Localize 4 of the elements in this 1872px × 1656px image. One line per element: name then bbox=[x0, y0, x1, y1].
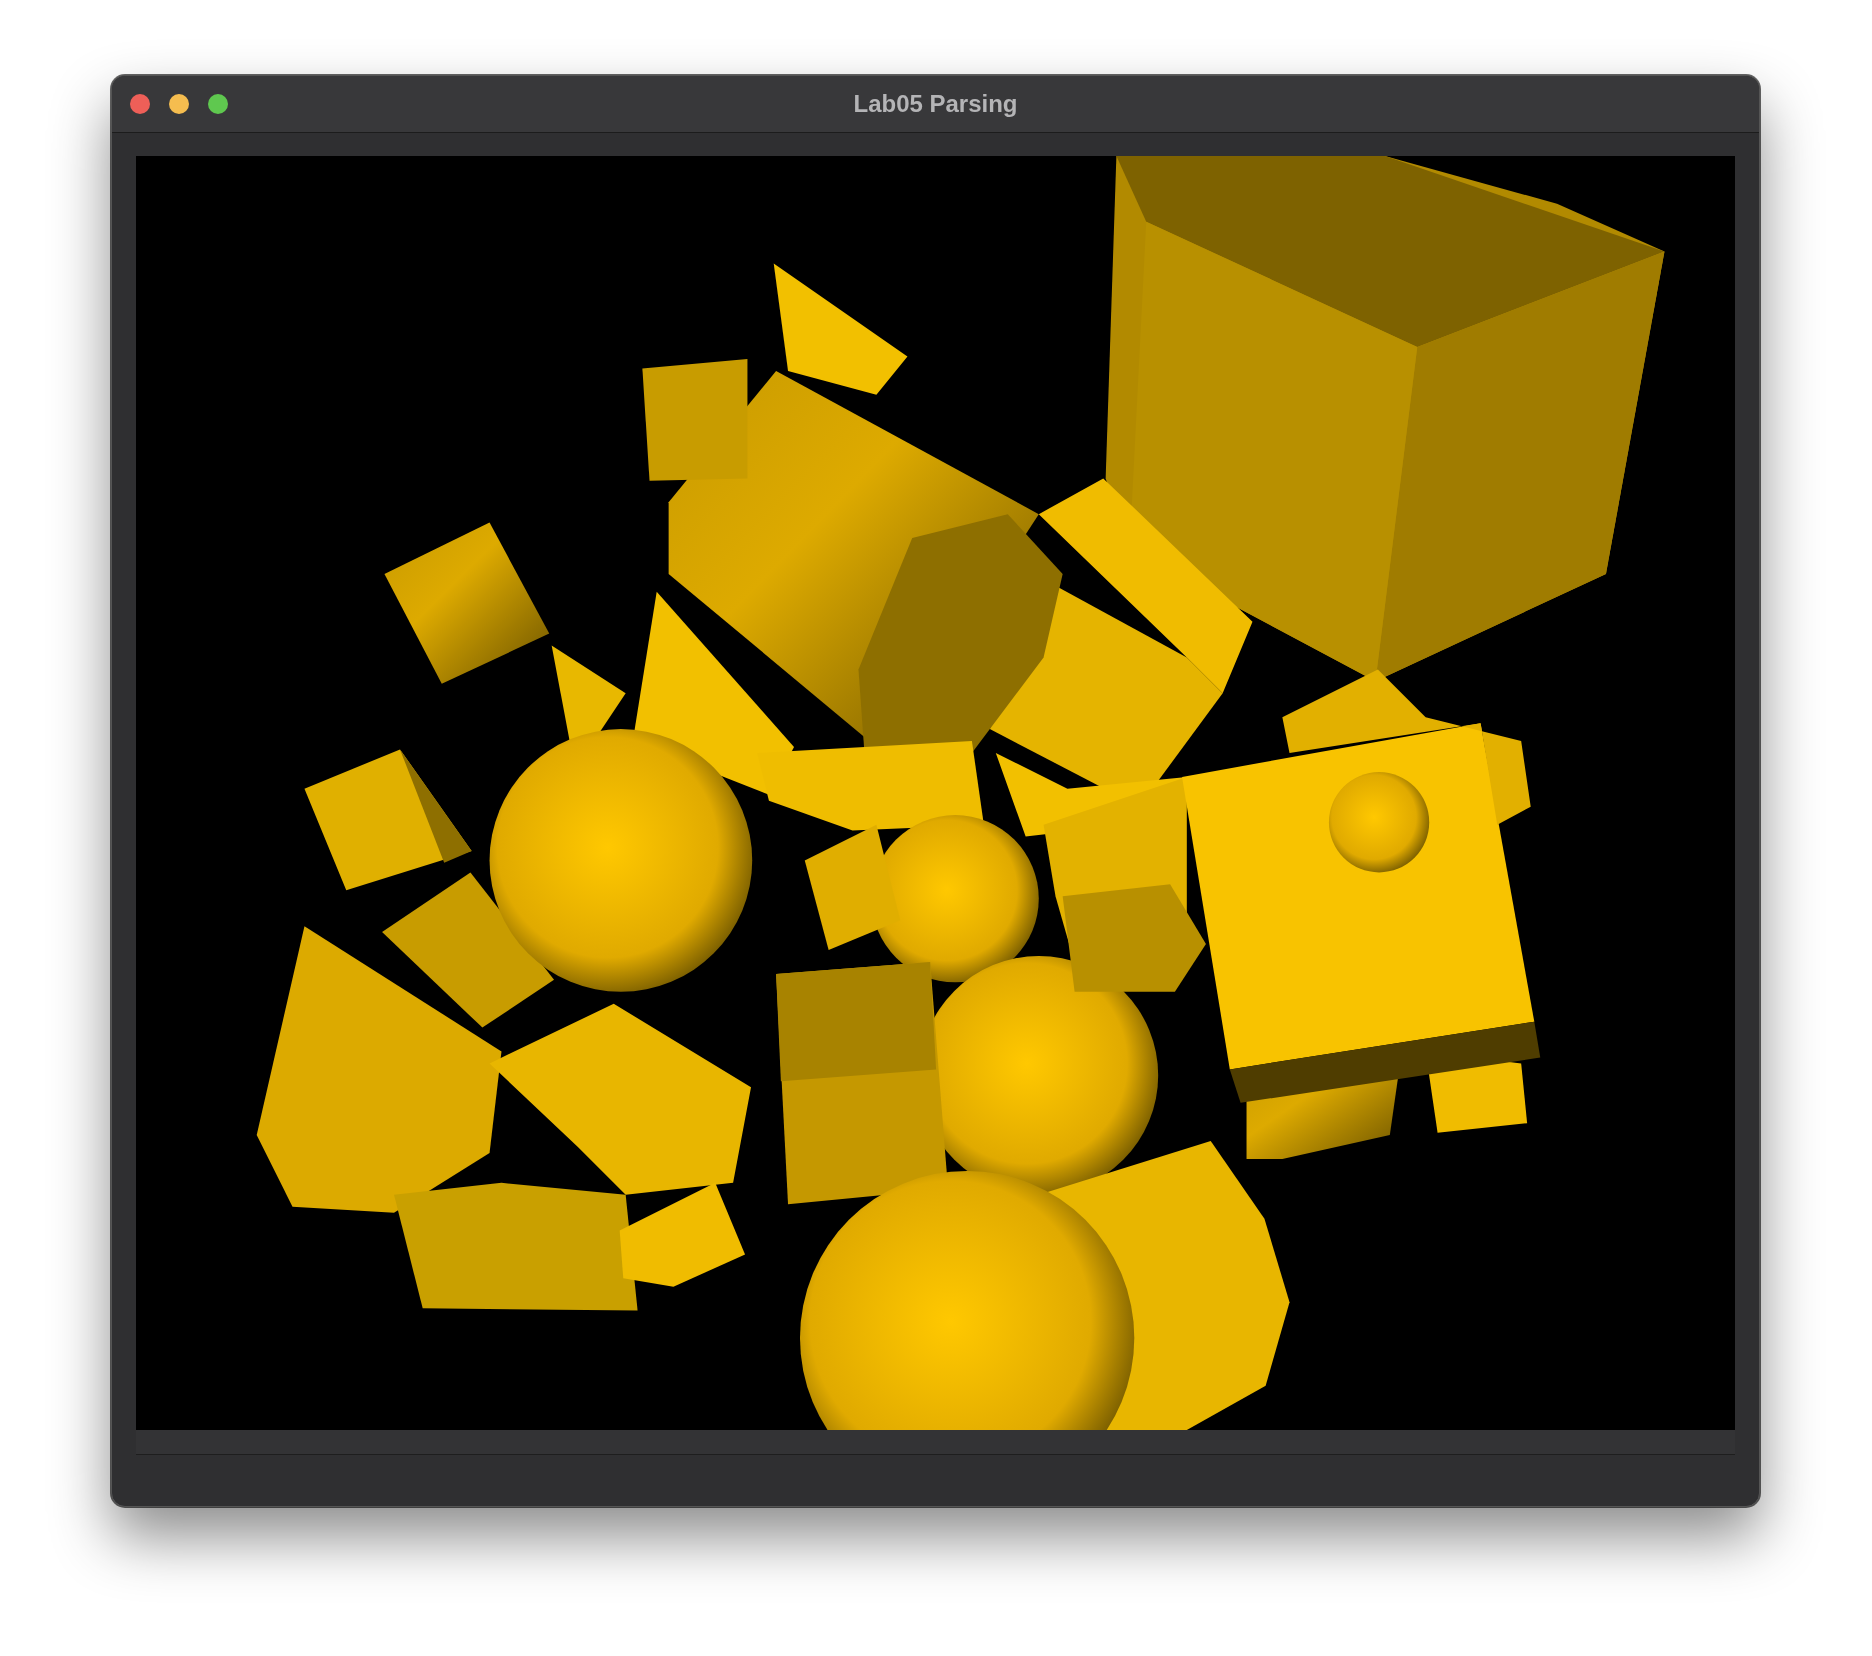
minimize-icon[interactable] bbox=[169, 94, 189, 114]
zoom-icon[interactable] bbox=[208, 94, 228, 114]
close-icon[interactable] bbox=[130, 94, 150, 114]
window-title: Lab05 Parsing bbox=[853, 90, 1018, 118]
